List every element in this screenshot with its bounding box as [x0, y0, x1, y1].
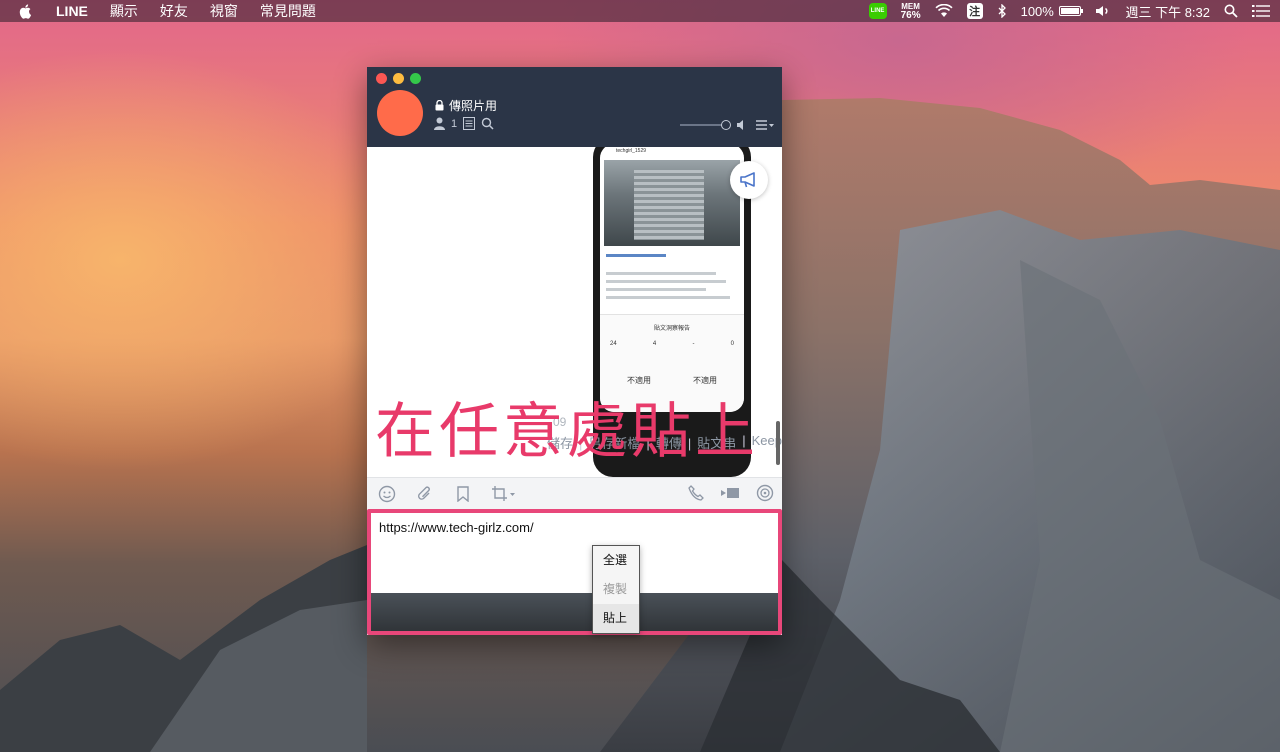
menu-faq[interactable]: 常見問題	[260, 1, 316, 21]
sheet-button-label: 不適用	[627, 376, 651, 385]
live-broadcast-icon[interactable]	[756, 484, 774, 502]
minimize-window-button[interactable]	[393, 73, 404, 84]
lock-icon	[435, 100, 444, 111]
emoji-button[interactable]	[377, 484, 397, 504]
keep-bookmark-button[interactable]	[453, 484, 473, 504]
input-method-icon[interactable]: 注	[966, 3, 983, 19]
context-menu: 全選 複製 貼上	[592, 545, 640, 634]
menu-item-paste[interactable]: 貼上	[593, 604, 639, 633]
notes-icon[interactable]	[463, 117, 476, 130]
post-text-line	[606, 280, 726, 283]
post-link-bar	[606, 254, 666, 257]
apple-icon[interactable]	[18, 3, 34, 19]
phone-screenshot: techgirl_1529 貼文洞察報告 24 4 - 0 不適用 不適用	[600, 147, 744, 412]
sheet-button: 不適用	[693, 375, 717, 386]
chat-scrollbar[interactable]	[776, 421, 780, 465]
line-status-icon[interactable]: LINE	[868, 3, 887, 19]
menu-view[interactable]: 顯示	[110, 1, 138, 21]
chat-header-tools: 1	[434, 117, 494, 130]
menu-item-copy[interactable]: 複製	[593, 575, 639, 604]
member-icon[interactable]	[434, 117, 445, 130]
announcement-button[interactable]	[730, 161, 768, 199]
speaker-icon[interactable]	[736, 119, 748, 131]
stat-saves: 0	[730, 341, 734, 347]
mem-value: 76%	[900, 10, 921, 21]
clock[interactable]: 週三 下午 8:32	[1125, 2, 1210, 21]
post-text-line	[606, 296, 730, 299]
post-photo	[604, 160, 740, 246]
battery-label: 100%	[1020, 3, 1054, 19]
spotlight-search-icon[interactable]	[1224, 4, 1238, 18]
menu-app-line[interactable]: LINE	[56, 3, 88, 19]
menu-item-select-all[interactable]: 全選	[593, 546, 639, 575]
bluetooth-icon[interactable]	[997, 4, 1007, 18]
attach-file-button[interactable]	[415, 484, 435, 504]
stat-shares: -	[692, 341, 695, 347]
close-window-button[interactable]	[376, 73, 387, 84]
chat-header: 傳照片用 1	[367, 67, 782, 147]
chat-title: 傳照片用	[435, 97, 497, 114]
chat-avatar[interactable]	[377, 90, 423, 136]
sheet-button-label: 不適用	[693, 376, 717, 385]
video-call-icon[interactable]	[720, 486, 740, 500]
memory-indicator[interactable]: MEM 76%	[900, 2, 921, 21]
phone-call-icon[interactable]	[688, 485, 704, 501]
post-text-line	[606, 288, 706, 291]
annotation-text: 在任意處貼上	[375, 397, 759, 467]
menu-window[interactable]: 視窗	[210, 1, 238, 21]
battery-icon	[1059, 5, 1084, 16]
notification-center-icon[interactable]	[1252, 4, 1270, 18]
member-count: 1	[451, 117, 458, 130]
menu-friends[interactable]: 好友	[160, 1, 188, 21]
call-tools	[688, 484, 774, 502]
menu-bar: LINE 顯示 好友 視窗 常見問題 LINE MEM 76% 注 100% 週…	[0, 0, 1280, 22]
volume-icon[interactable]	[1095, 4, 1111, 18]
message-area[interactable]: techgirl_1529 貼文洞察報告 24 4 - 0 不適用 不適用 09…	[367, 147, 782, 477]
sheet-title: 貼文洞察報告	[653, 326, 690, 332]
highlight-frame	[367, 509, 782, 635]
bookmark-icon	[457, 485, 469, 502]
crop-icon	[492, 485, 515, 501]
zoom-window-button[interactable]	[410, 73, 421, 84]
chat-toolbar	[367, 477, 782, 509]
screenshot-button[interactable]	[491, 484, 517, 504]
battery-percent[interactable]: 100%	[1020, 3, 1084, 19]
smiley-icon	[378, 485, 396, 502]
search-icon[interactable]	[481, 117, 494, 130]
wifi-icon[interactable]	[935, 4, 953, 18]
post-text-line	[606, 272, 716, 275]
sheet-buttons: 不適用 不適用	[606, 375, 738, 386]
megaphone-icon	[740, 172, 755, 188]
stat-likes: 24	[610, 341, 617, 347]
stat-comments: 4	[652, 341, 657, 347]
sheet-button: 不適用	[627, 375, 651, 386]
chat-header-right	[680, 119, 774, 131]
post-username: techgirl_1529	[616, 148, 647, 154]
volume-slider[interactable]	[680, 120, 731, 130]
menu-icon[interactable]	[756, 119, 774, 131]
sheet-stats: 24 4 - 0	[610, 341, 734, 347]
paperclip-icon	[418, 486, 430, 500]
window-controls	[376, 73, 421, 84]
message-input-area: https://www.tech-girlz.com/	[367, 509, 782, 635]
line-chat-window: 傳照片用 1 techgirl_1529 貼文洞察報告 24 4 - 0 不適用…	[367, 67, 782, 635]
chat-name: 傳照片用	[449, 99, 498, 113]
